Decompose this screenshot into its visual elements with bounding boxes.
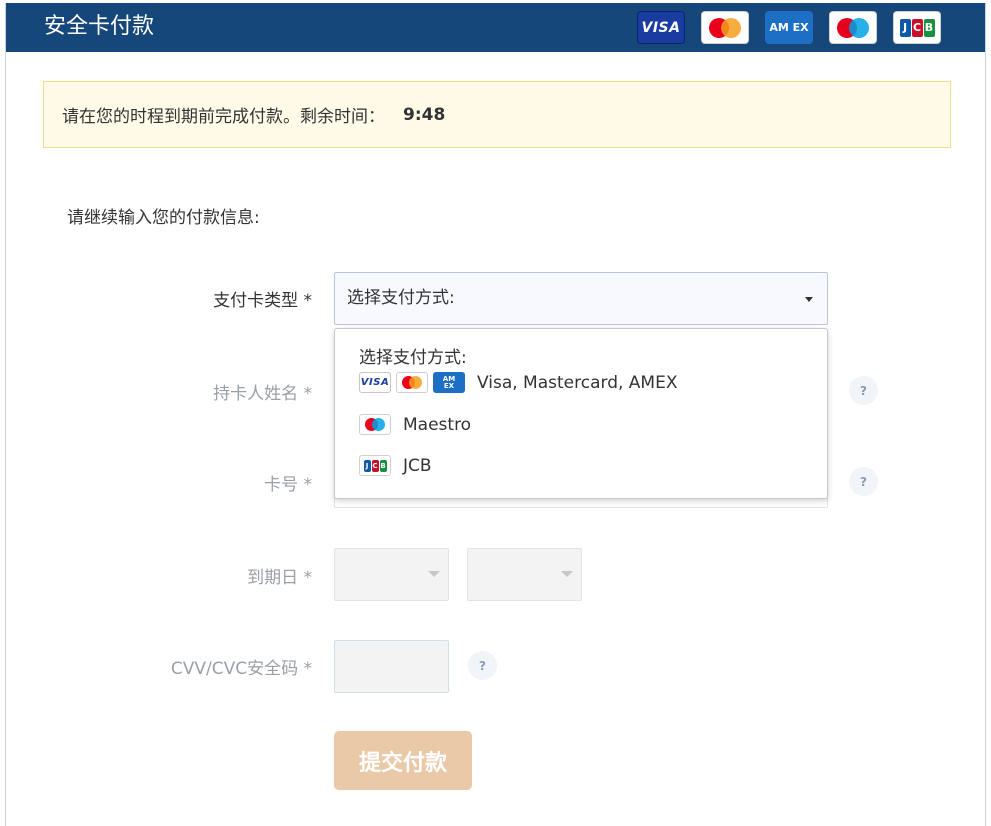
maestro-icon (829, 11, 877, 44)
cvv-help-icon[interactable]: ? (468, 651, 497, 680)
header-bar: 安全卡付款 VISA AM EX J C B (6, 3, 985, 52)
dropdown-option-jcb[interactable]: J C B JCB (359, 455, 432, 476)
dropdown-option-maestro[interactable]: Maestro (359, 414, 471, 435)
page-title: 安全卡付款 (44, 14, 155, 39)
dropdown-option-label: Visa, Mastercard, AMEX (477, 372, 678, 393)
cardholder-help-icon[interactable]: ? (849, 376, 878, 405)
expiry-month-select[interactable] (334, 548, 449, 601)
card-type-label: 支付卡类型 * (213, 291, 312, 311)
card-type-dropdown: 选择支付方式: VISA AM EX Visa, Mastercard, AMEX (334, 328, 828, 499)
chevron-down-icon (805, 297, 813, 302)
amex-icon: AM EX (433, 372, 465, 393)
cvv-label: CVV/CVC安全码 * (170, 659, 312, 679)
chevron-down-icon (428, 571, 440, 577)
mastercard-icon (701, 11, 749, 44)
cardholder-name-label: 持卡人姓名 * (213, 384, 312, 404)
cvv-input[interactable] (334, 640, 449, 693)
card-number-label: 卡号 * (264, 475, 312, 495)
maestro-icon (359, 414, 391, 435)
card-number-help-icon[interactable]: ? (849, 467, 878, 496)
chevron-down-icon (561, 571, 573, 577)
payment-panel: 安全卡付款 VISA AM EX J C B 请在您的时程到期前完成付款。剩余时… (5, 3, 986, 826)
dropdown-option-label: JCB (403, 455, 432, 476)
amex-icon: AM EX (765, 11, 813, 44)
card-type-selected-value: 选择支付方式: (347, 288, 455, 308)
jcb-icon: J C B (893, 11, 941, 44)
session-timer-notice: 请在您的时程到期前完成付款。剩余时间： 9:48 (43, 81, 951, 148)
visa-icon: VISA (637, 11, 685, 44)
expiry-year-select[interactable] (467, 548, 582, 601)
dropdown-option-visa-mastercard-amex[interactable]: VISA AM EX Visa, Mastercard, AMEX (359, 372, 677, 393)
intro-text: 请继续输入您的付款信息: (67, 208, 260, 228)
expiry-date-label: 到期日 * (247, 568, 312, 588)
timer-message: 请在您的时程到期前完成付款。剩余时间： (62, 107, 385, 127)
visa-icon: VISA (359, 372, 391, 393)
dropdown-header[interactable]: 选择支付方式: (359, 343, 467, 368)
accepted-cards: VISA AM EX J C B (637, 11, 941, 44)
dropdown-option-label: Maestro (403, 414, 472, 435)
submit-payment-button[interactable]: 提交付款 (334, 731, 472, 790)
card-type-select[interactable]: 选择支付方式: (334, 272, 828, 325)
jcb-icon: J C B (359, 455, 391, 476)
timer-value: 9:48 (403, 104, 446, 125)
mastercard-icon (396, 372, 428, 393)
